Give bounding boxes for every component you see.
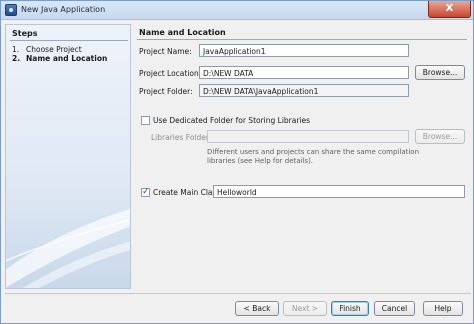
project-name-label: Project Name: bbox=[139, 47, 192, 56]
step-label: Choose Project bbox=[26, 45, 82, 54]
create-main-class-label: Create Main Class bbox=[153, 188, 221, 197]
step-number: 2. bbox=[12, 54, 21, 63]
content-panel: Name and Location Project Name: JavaAppl… bbox=[135, 24, 471, 289]
title-bar[interactable]: New Java Application X bbox=[1, 1, 473, 20]
project-location-label: Project Location: bbox=[139, 69, 202, 78]
button-bar-divider bbox=[5, 293, 471, 294]
steps-panel: Steps 1. Choose Project 2. Name and Locati… bbox=[5, 24, 131, 289]
step-number: 1. bbox=[12, 45, 20, 54]
libraries-info-text: Different users and projects can share t… bbox=[207, 148, 420, 165]
main-class-field[interactable]: Helloworld bbox=[213, 185, 465, 198]
project-name-field[interactable]: JavaApplication1 bbox=[199, 44, 409, 57]
step-item-choose-project: 1. Choose Project bbox=[12, 45, 82, 54]
libraries-folder-field[interactable] bbox=[207, 130, 409, 143]
create-main-class-checkbox[interactable] bbox=[141, 187, 150, 197]
step-item-name-and-location: 2. Name and Location bbox=[12, 54, 107, 63]
close-button[interactable]: X bbox=[428, 1, 471, 18]
steps-divider bbox=[10, 40, 128, 41]
content-heading: Name and Location bbox=[139, 28, 226, 37]
project-folder-field[interactable]: D:\NEW DATA\JavaApplication1 bbox=[199, 84, 409, 97]
decorative-swoosh-graphic bbox=[6, 208, 130, 288]
help-button[interactable]: Help bbox=[423, 301, 463, 316]
netbeans-app-icon bbox=[5, 4, 17, 16]
browse-libraries-button[interactable]: Browse... bbox=[415, 129, 465, 144]
dedicated-folder-checkbox[interactable] bbox=[141, 116, 150, 125]
browse-location-button[interactable]: Browse... bbox=[415, 65, 465, 80]
step-label: Name and Location bbox=[26, 54, 108, 63]
next-button[interactable]: Next > bbox=[283, 301, 327, 316]
libraries-folder-label: Libraries Folder: bbox=[151, 133, 212, 142]
content-divider bbox=[137, 39, 467, 40]
cancel-button[interactable]: Cancel bbox=[374, 301, 415, 316]
finish-button[interactable]: Finish bbox=[331, 301, 369, 316]
window-title: New Java Application bbox=[21, 5, 106, 14]
dedicated-folder-label: Use Dedicated Folder for Storing Librari… bbox=[153, 116, 311, 125]
project-location-field[interactable]: D:\NEW DATA bbox=[199, 66, 409, 79]
wizard-window: New Java Application X Steps 1. Choose Pr… bbox=[0, 0, 474, 324]
project-folder-label: Project Folder: bbox=[139, 87, 193, 96]
back-button[interactable]: < Back bbox=[235, 301, 279, 316]
steps-heading: Steps bbox=[12, 29, 38, 38]
